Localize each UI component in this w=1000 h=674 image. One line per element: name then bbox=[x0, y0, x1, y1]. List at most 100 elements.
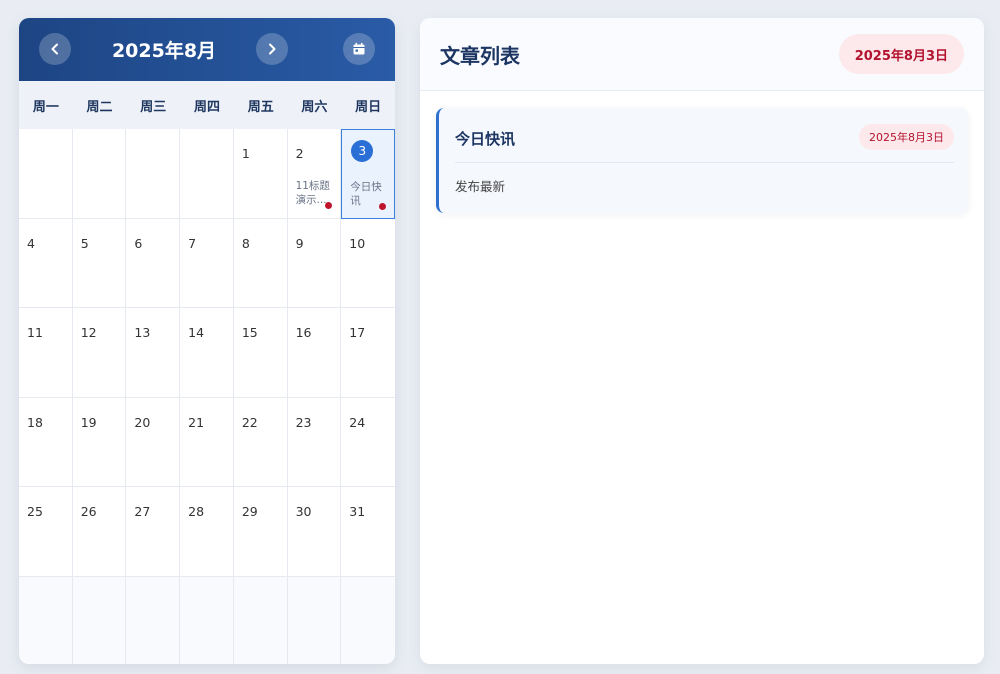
empty-day-cell bbox=[126, 129, 181, 219]
article-panel: 文章列表 2025年8月3日 今日快讯 2025年8月3日 发布最新 bbox=[420, 18, 984, 664]
day-number: 29 bbox=[241, 504, 258, 519]
day-number: 12 bbox=[80, 325, 97, 340]
day-number: 9 bbox=[295, 235, 304, 251]
day-cell[interactable]: 24 bbox=[341, 397, 395, 487]
day-number: 30 bbox=[295, 504, 312, 519]
day-number: 17 bbox=[349, 325, 366, 340]
day-number: 23 bbox=[295, 414, 312, 430]
article-date-badge: 2025年8月3日 bbox=[859, 124, 954, 150]
day-cell[interactable]: 20 bbox=[126, 397, 181, 487]
weekday-header: 周一 周二 周三 周四 周五 周六 周日 bbox=[19, 81, 395, 129]
day-cell[interactable]: 5 bbox=[72, 218, 127, 308]
day-cell[interactable]: 31 bbox=[341, 487, 395, 577]
day-cell[interactable]: 22 bbox=[233, 397, 288, 487]
day-number: 8 bbox=[241, 235, 250, 251]
day-number: 18 bbox=[27, 414, 43, 430]
day-cell[interactable]: 9 bbox=[287, 218, 342, 308]
calendar-header: 2025年8月 bbox=[19, 18, 395, 81]
day-cell[interactable]: 28 bbox=[180, 487, 234, 577]
next-month-button[interactable] bbox=[256, 33, 288, 65]
day-cell[interactable]: 16 bbox=[287, 308, 342, 398]
day-number: 11 bbox=[27, 325, 43, 340]
day-cell[interactable]: 17 bbox=[341, 308, 395, 398]
day-number: 1 bbox=[241, 146, 250, 161]
empty-day-cell bbox=[72, 129, 127, 219]
weekday-label: 周日 bbox=[355, 99, 382, 115]
divider bbox=[455, 162, 954, 163]
weekday-label: 周二 bbox=[86, 99, 113, 115]
day-number: 25 bbox=[27, 504, 43, 519]
day-number: 31 bbox=[349, 504, 366, 519]
today-button[interactable] bbox=[343, 33, 375, 65]
day-number: 24 bbox=[349, 414, 366, 430]
panel-title: 文章列表 bbox=[440, 44, 520, 68]
day-cell[interactable]: 26 bbox=[72, 487, 127, 577]
day-number: 16 bbox=[295, 325, 312, 340]
weekday-label: 周四 bbox=[193, 99, 220, 115]
calendar-icon bbox=[353, 42, 365, 55]
event-dot-icon bbox=[379, 203, 386, 210]
day-cell-today[interactable]: 3 今日快讯 bbox=[341, 129, 395, 219]
day-cell[interactable]: 8 bbox=[233, 218, 288, 308]
calendar: 2025年8月 周一 周二 周三 周四 周五 周六 周日 1 2 11标题演示... 3 今日快讯 4… bbox=[19, 18, 395, 664]
day-number: 3 bbox=[351, 140, 374, 162]
article-card[interactable]: 今日快讯 2025年8月3日 发布最新 bbox=[436, 108, 968, 213]
empty-day-cell bbox=[180, 576, 234, 664]
weekday-label: 周三 bbox=[140, 99, 167, 115]
day-cell[interactable]: 15 bbox=[233, 308, 288, 398]
day-number: 2 bbox=[295, 146, 304, 161]
day-cell[interactable]: 29 bbox=[233, 487, 288, 577]
day-cell[interactable]: 4 bbox=[19, 218, 73, 308]
month-title: 2025年8月 bbox=[111, 40, 217, 62]
day-number: 15 bbox=[241, 325, 258, 340]
day-cell[interactable]: 21 bbox=[180, 397, 234, 487]
day-cell[interactable]: 11 bbox=[19, 308, 73, 398]
day-cell[interactable]: 6 bbox=[126, 218, 181, 308]
empty-day-cell bbox=[233, 576, 288, 664]
day-cell[interactable]: 1 bbox=[233, 129, 288, 219]
day-number: 20 bbox=[134, 414, 151, 430]
prev-month-button[interactable] bbox=[39, 33, 71, 65]
day-cell[interactable]: 23 bbox=[287, 397, 342, 487]
day-cell[interactable]: 30 bbox=[287, 487, 342, 577]
day-number: 6 bbox=[134, 235, 143, 251]
day-number: 28 bbox=[188, 504, 205, 519]
day-number: 7 bbox=[188, 235, 197, 251]
chevron-right-icon bbox=[269, 43, 276, 55]
day-number: 5 bbox=[80, 235, 89, 251]
day-number: 22 bbox=[241, 414, 258, 430]
weekday-label: 周五 bbox=[247, 99, 274, 115]
panel-header: 文章列表 2025年8月3日 bbox=[420, 18, 984, 91]
empty-day-cell bbox=[180, 129, 234, 219]
day-cell[interactable]: 27 bbox=[126, 487, 181, 577]
day-number: 21 bbox=[188, 414, 205, 430]
weekday-label: 周一 bbox=[32, 99, 59, 115]
day-number: 13 bbox=[134, 325, 151, 340]
day-number: 26 bbox=[80, 504, 97, 519]
calendar-grid: 1 2 11标题演示... 3 今日快讯 4 5 6 7 8 9 10 11 12 13 14 15 16 17 18… bbox=[19, 129, 395, 664]
chevron-left-icon bbox=[51, 43, 58, 55]
day-cell[interactable]: 10 bbox=[341, 218, 395, 308]
article-summary: 发布最新 bbox=[455, 179, 506, 194]
day-cell[interactable]: 18 bbox=[19, 397, 73, 487]
empty-day-cell bbox=[19, 129, 73, 219]
empty-day-cell bbox=[126, 576, 181, 664]
day-number: 10 bbox=[349, 235, 366, 251]
day-number: 4 bbox=[27, 235, 35, 251]
empty-day-cell bbox=[72, 576, 127, 664]
event-dot-icon bbox=[325, 202, 333, 209]
day-number: 27 bbox=[134, 504, 151, 519]
day-cell[interactable]: 25 bbox=[19, 487, 73, 577]
weekday-label: 周六 bbox=[301, 99, 328, 115]
day-cell[interactable]: 2 11标题演示... bbox=[287, 129, 342, 219]
day-cell[interactable]: 7 bbox=[180, 218, 234, 308]
day-cell[interactable]: 13 bbox=[126, 308, 181, 398]
day-number: 19 bbox=[80, 414, 97, 430]
day-number: 14 bbox=[188, 325, 205, 340]
day-cell[interactable]: 19 bbox=[72, 397, 127, 487]
article-title: 今日快讯 bbox=[455, 130, 516, 148]
empty-day-cell bbox=[19, 576, 73, 664]
day-cell[interactable]: 14 bbox=[180, 308, 234, 398]
empty-day-cell bbox=[341, 576, 395, 664]
day-cell[interactable]: 12 bbox=[72, 308, 127, 398]
